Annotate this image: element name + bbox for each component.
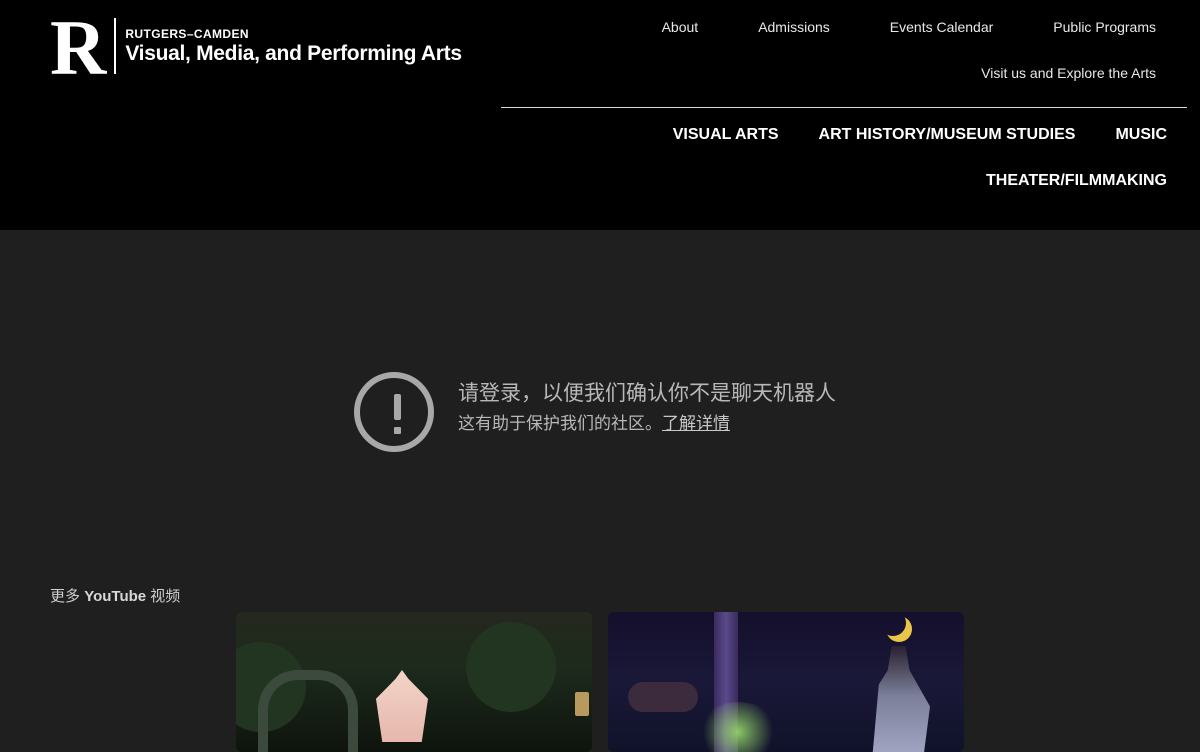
- more-videos-prefix: 更多: [50, 588, 81, 605]
- nav-link-events-calendar[interactable]: Events Calendar: [890, 18, 994, 36]
- site-header: R RUTGERS–CAMDEN Visual, Media, and Perf…: [0, 0, 1200, 230]
- notice-subtitle-text: 这有助于保护我们的社区。: [458, 414, 662, 433]
- notice-text: 请登录，以便我们确认你不是聊天机器人 这有助于保护我们的社区。了解详情: [458, 372, 836, 436]
- more-youtube-videos-label: 更多 YouTube 视频: [50, 585, 180, 606]
- nav-link-visit-explore[interactable]: Visit us and Explore the Arts: [981, 64, 1156, 82]
- notice-subtitle: 这有助于保护我们的社区。了解详情: [458, 412, 836, 436]
- logo-department: Visual, Media, and Performing Arts: [125, 42, 462, 65]
- alert-circle-icon: [354, 372, 434, 452]
- header-divider: [501, 107, 1187, 108]
- sign-in-notice: 请登录，以便我们确认你不是聊天机器人 这有助于保护我们的社区。了解详情: [354, 372, 836, 452]
- rutgers-camden-logo[interactable]: R RUTGERS–CAMDEN Visual, Media, and Perf…: [50, 4, 462, 91]
- logo-divider: [114, 18, 117, 74]
- learn-more-link[interactable]: 了解详情: [662, 414, 730, 433]
- nav-link-about[interactable]: About: [662, 18, 699, 36]
- nav-link-admissions[interactable]: Admissions: [758, 18, 830, 36]
- utility-nav: About Admissions Events Calendar Public …: [602, 18, 1156, 36]
- nav-link-public-programs[interactable]: Public Programs: [1053, 18, 1156, 36]
- logo-r-mark: R: [50, 4, 106, 91]
- crescent-moon-icon: [886, 616, 912, 642]
- video-thumbnail[interactable]: [608, 612, 964, 752]
- performer-figure: [376, 670, 428, 742]
- logo-text: RUTGERS–CAMDEN Visual, Media, and Perfor…: [125, 18, 462, 67]
- more-videos-suffix: 视频: [150, 588, 181, 605]
- nav-link-visual-arts[interactable]: VISUAL ARTS: [673, 126, 779, 144]
- nav-link-music[interactable]: MUSIC: [1115, 126, 1167, 144]
- more-videos-brand: YouTube: [84, 588, 147, 605]
- performer-figure: [872, 646, 930, 752]
- nav-link-art-history[interactable]: ART HISTORY/MUSEUM STUDIES: [819, 126, 1076, 144]
- logo-institution: RUTGERS–CAMDEN: [125, 27, 249, 41]
- main-nav: VISUAL ARTS ART HISTORY/MUSEUM STUDIES M…: [633, 126, 1167, 144]
- nav-link-theater-filmmaking[interactable]: THEATER/FILMMAKING: [986, 172, 1167, 190]
- video-thumbnail[interactable]: [236, 612, 592, 752]
- notice-title: 请登录，以便我们确认你不是聊天机器人: [458, 382, 836, 405]
